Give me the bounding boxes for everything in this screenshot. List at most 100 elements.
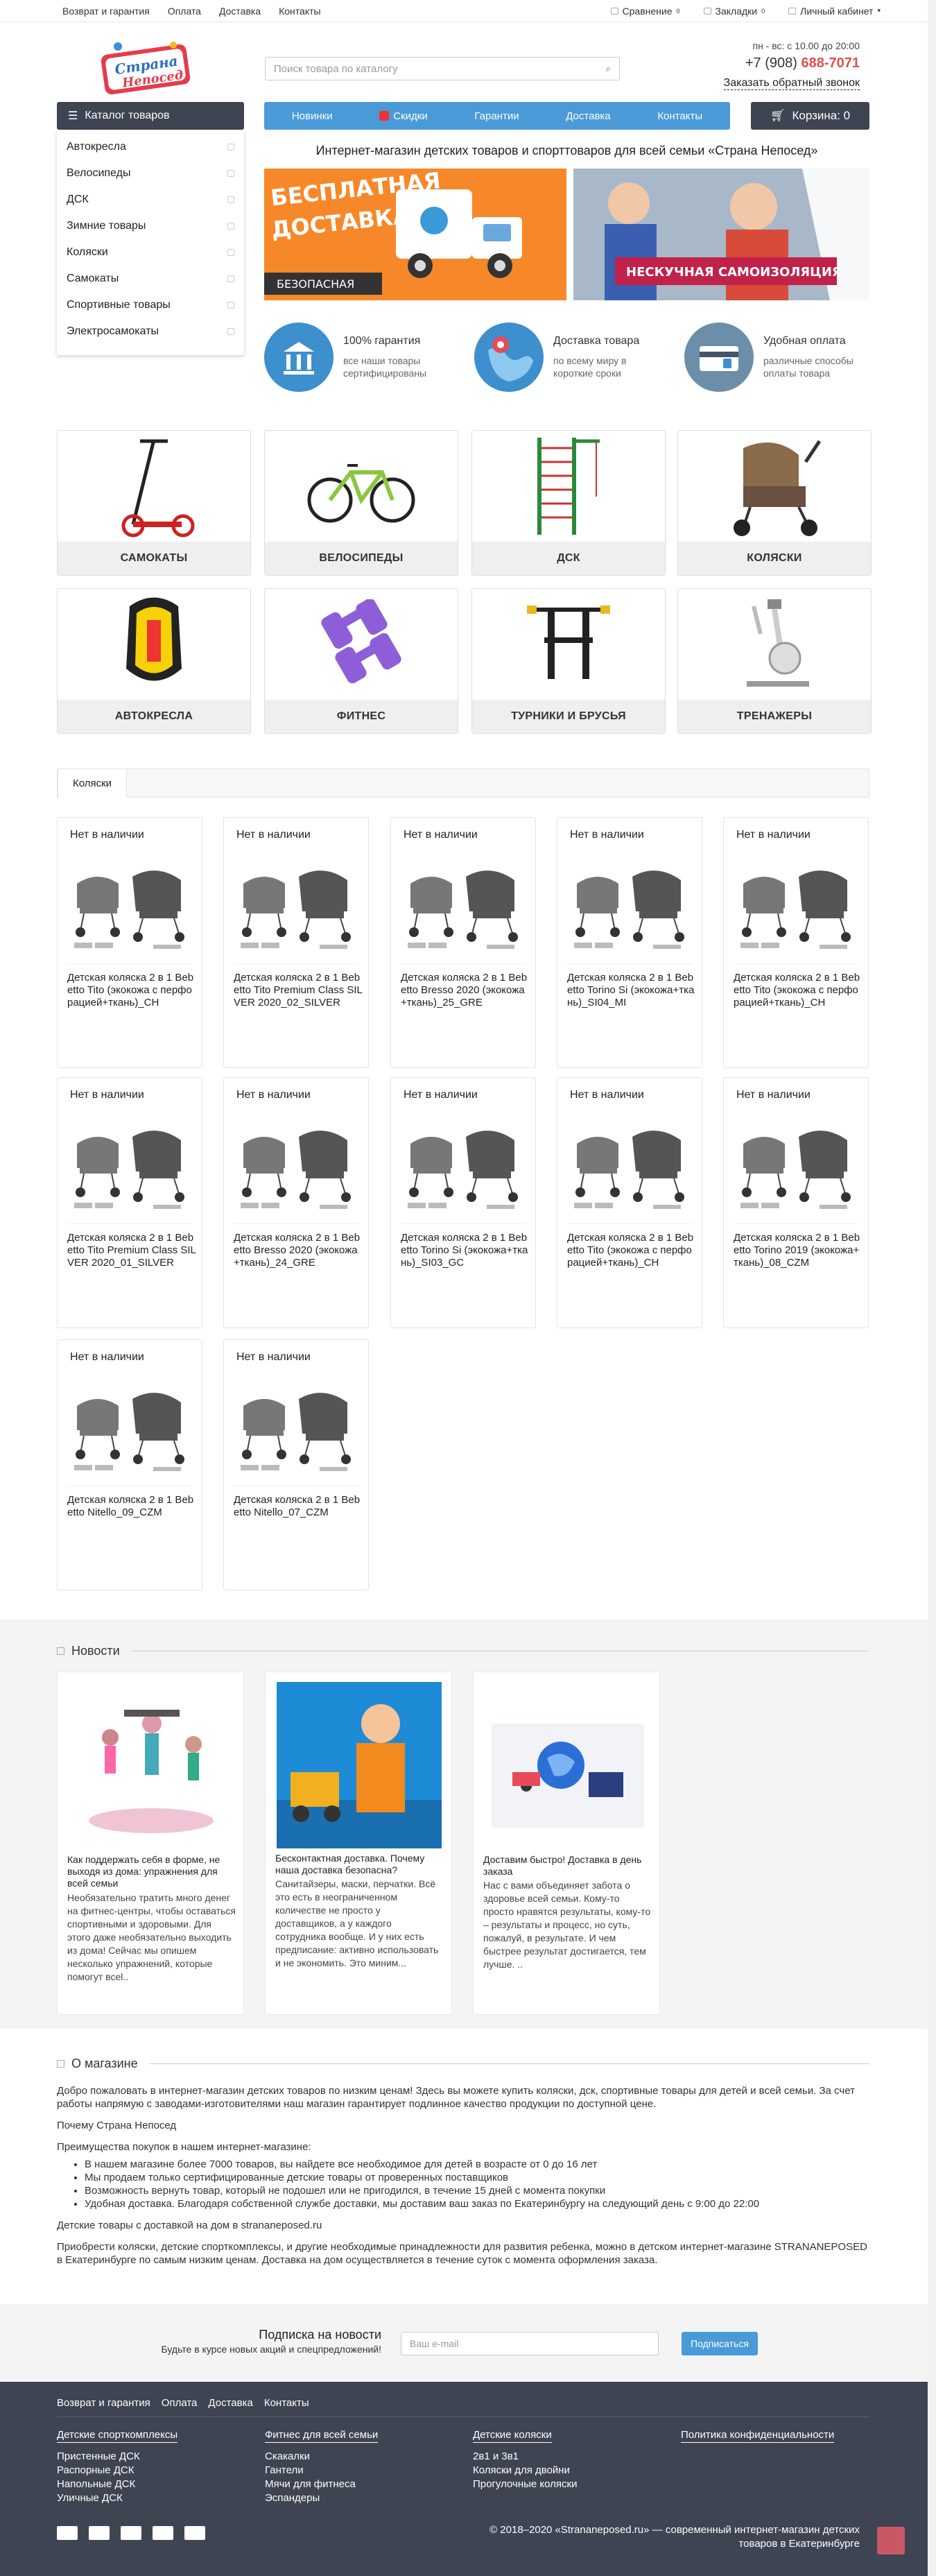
callback-link[interactable]: Заказать обратный звонок	[723, 77, 860, 90]
catalog-item-bikes[interactable]: Велосипеды	[57, 160, 244, 187]
tab-strollers[interactable]: Коляски	[58, 768, 127, 798]
news-card[interactable]: Как поддержать себя в форме, не выходя и…	[57, 1672, 244, 2015]
product-image[interactable]	[70, 849, 191, 953]
product-image[interactable]	[570, 849, 691, 953]
product-card[interactable]: Нет в наличии Детская коляска 2 в 1 Bebet…	[223, 817, 369, 1068]
catalog-item-winter[interactable]: Зимние товары	[57, 213, 244, 239]
product-image[interactable]	[236, 1371, 357, 1475]
product-name[interactable]: Детская коляска 2 в 1 Bebetto Bresso 202…	[234, 1232, 363, 1269]
nav-new[interactable]: Новинки	[292, 110, 333, 122]
nav-contacts[interactable]: Контакты	[657, 110, 702, 122]
nav-guarantee[interactable]: Гарантии	[474, 110, 519, 122]
product-card[interactable]: Нет в наличии Детская коляска 2 в 1 Bebet…	[390, 817, 536, 1068]
stock-status: Нет в наличии	[236, 1089, 311, 1101]
cart-button[interactable]: 🛒︎ Корзина: 0	[751, 102, 869, 130]
stock-status: Нет в наличии	[70, 1089, 144, 1101]
category-tile-strollers[interactable]: КОЛЯСКИ	[677, 430, 872, 576]
product-name[interactable]: Детская коляска 2 в 1 Bebetto Nitello_09…	[67, 1494, 196, 1519]
feature-guarantee: 100% гарантия все наши товары сертифициро…	[264, 323, 433, 392]
product-image[interactable]	[236, 849, 357, 953]
footer: Возврат и гарантия Оплата Доставка Конта…	[0, 2382, 936, 2576]
category-tile-fitness[interactable]: ФИТНЕС	[264, 588, 458, 734]
top-link-delivery[interactable]: Доставка	[219, 6, 261, 17]
product-image[interactable]	[404, 849, 524, 953]
chevron-right-icon	[227, 275, 234, 282]
product-name[interactable]: Детская коляска 2 в 1 Bebetto Tito Premi…	[234, 972, 363, 1009]
stock-status: Нет в наличии	[570, 1089, 644, 1101]
wall-bars-image	[472, 431, 665, 542]
footer-link-contacts[interactable]: Контакты	[264, 2397, 309, 2409]
compare-link[interactable]: Сравнение 0	[610, 6, 680, 17]
news-card[interactable]: Доставим быстро! Доставка в день заказа …	[473, 1672, 660, 2015]
advantages-list: В нашем магазине более 7000 товаров, вы …	[85, 2158, 875, 2210]
product-card[interactable]: Нет в наличии Детская коляска 2 в 1 Bebet…	[723, 817, 869, 1068]
product-name[interactable]: Детская коляска 2 в 1 Bebetto Tito Premi…	[67, 1232, 196, 1269]
product-image[interactable]	[236, 1109, 357, 1213]
chevron-right-icon	[227, 170, 234, 177]
top-link-contacts[interactable]: Контакты	[279, 6, 320, 17]
divider	[401, 963, 526, 964]
product-image[interactable]	[736, 849, 857, 953]
product-image[interactable]	[70, 1371, 191, 1475]
site-logo[interactable]: Страна Непосед	[97, 40, 194, 96]
product-card[interactable]: Нет в наличии Детская коляска 2 в 1 Bebet…	[57, 817, 202, 1068]
category-tile-trainers[interactable]: ТРЕНАЖЕРЫ	[677, 588, 872, 734]
catalog-button[interactable]: ☰ Каталог товаров	[57, 102, 244, 130]
catalog-item-carseats[interactable]: Автокресла	[57, 134, 244, 160]
news-image-fitness	[69, 1682, 234, 1852]
product-name[interactable]: Детская коляска 2 в 1 Bebetto Tito (экок…	[734, 972, 863, 1009]
product-card[interactable]: Нет в наличии Детская коляска 2 в 1 Bebet…	[390, 1077, 536, 1328]
product-name[interactable]: Детская коляска 2 в 1 Bebetto Tito (экок…	[567, 1232, 696, 1269]
scroll-to-top-button[interactable]	[877, 2527, 905, 2554]
catalog-item-strollers[interactable]: Коляски	[57, 239, 244, 266]
news-card[interactable]: Бесконтактная доставка. Почему наша дост…	[265, 1672, 452, 2015]
catalog-item-escooters[interactable]: Электросамокаты	[57, 318, 244, 345]
product-image[interactable]	[404, 1109, 524, 1213]
banner-self-isolation[interactable]: НЕСКУЧНАЯ САМОИЗОЛЯЦИЯ	[573, 169, 869, 300]
card-icon	[684, 323, 754, 392]
category-tile-bikes[interactable]: ВЕЛОСИПЕДЫ	[264, 430, 458, 576]
top-link-returns[interactable]: Возврат и гарантия	[62, 6, 150, 17]
product-card[interactable]: Нет в наличии Детская коляска 2 в 1 Bebet…	[57, 1339, 202, 1590]
product-name[interactable]: Детская коляска 2 в 1 Bebetto Torino 201…	[734, 1232, 863, 1269]
account-link[interactable]: Личный кабинет ▾	[788, 6, 881, 17]
product-image[interactable]	[570, 1109, 691, 1213]
product-card[interactable]: Нет в наличии Детская коляска 2 в 1 Bebet…	[223, 1077, 369, 1328]
phone-number[interactable]: +7 (908) 688-7071	[724, 55, 860, 71]
search-input[interactable]: Поиск товара по каталогу ⌕	[265, 57, 620, 80]
product-card[interactable]: Нет в наличии Детская коляска 2 в 1 Bebet…	[223, 1339, 369, 1590]
product-name[interactable]: Детская коляска 2 в 1 Bebetto Bresso 202…	[401, 972, 530, 1009]
catalog-item-sport[interactable]: Спортивные товары	[57, 292, 244, 318]
email-field[interactable]: Ваш e-mail	[401, 2332, 659, 2355]
product-image[interactable]	[736, 1109, 857, 1213]
subscribe-button[interactable]: Подписаться	[682, 2332, 758, 2355]
list-item: В нашем магазине более 7000 товаров, вы …	[85, 2158, 875, 2171]
visa-icon	[57, 2526, 78, 2540]
catalog-item-scooters[interactable]: Самокаты	[57, 266, 244, 292]
footer-link-payment[interactable]: Оплата	[162, 2397, 198, 2409]
product-name[interactable]: Детская коляска 2 в 1 Bebetto Tito (экок…	[67, 972, 196, 1009]
page-scrollbar[interactable]	[928, 0, 936, 2576]
search-icon[interactable]: ⌕	[606, 63, 611, 74]
category-tile-carseats[interactable]: АВТОКРЕСЛА	[57, 588, 251, 734]
product-card[interactable]: Нет в наличии Детская коляска 2 в 1 Bebet…	[723, 1077, 869, 1328]
footer-link-returns[interactable]: Возврат и гарантия	[57, 2397, 150, 2409]
bookmarks-link[interactable]: Закладки 0	[703, 6, 765, 17]
top-link-payment[interactable]: Оплата	[168, 6, 201, 17]
product-card[interactable]: Нет в наличии Детская коляска 2 в 1 Bebet…	[557, 1077, 702, 1328]
product-card[interactable]: Нет в наличии Детская коляска 2 в 1 Bebet…	[57, 1077, 202, 1328]
category-tile-bars[interactable]: ТУРНИКИ И БРУСЬЯ	[471, 588, 666, 734]
stock-status: Нет в наличии	[236, 829, 311, 841]
category-tile-dsk[interactable]: ДСК	[471, 430, 666, 576]
product-image[interactable]	[70, 1109, 191, 1213]
category-tile-scooters[interactable]: САМОКАТЫ	[57, 430, 251, 576]
product-name[interactable]: Детская коляска 2 в 1 Bebetto Torino Si …	[401, 1232, 530, 1269]
catalog-item-dsk[interactable]: ДСК	[57, 187, 244, 213]
product-card[interactable]: Нет в наличии Детская коляска 2 в 1 Bebet…	[557, 817, 702, 1068]
product-name[interactable]: Детская коляска 2 в 1 Bebetto Nitello_07…	[234, 1494, 363, 1519]
product-name[interactable]: Детская коляска 2 в 1 Bebetto Torino Si …	[567, 972, 696, 1009]
nav-sale[interactable]: Скидки	[379, 110, 428, 122]
nav-delivery[interactable]: Доставка	[566, 110, 610, 122]
banner-free-delivery[interactable]: БЕСПЛАТНАЯ ДОСТАВКА БЕЗОПАСНАЯ	[264, 169, 566, 300]
footer-link-delivery[interactable]: Доставка	[208, 2397, 252, 2409]
